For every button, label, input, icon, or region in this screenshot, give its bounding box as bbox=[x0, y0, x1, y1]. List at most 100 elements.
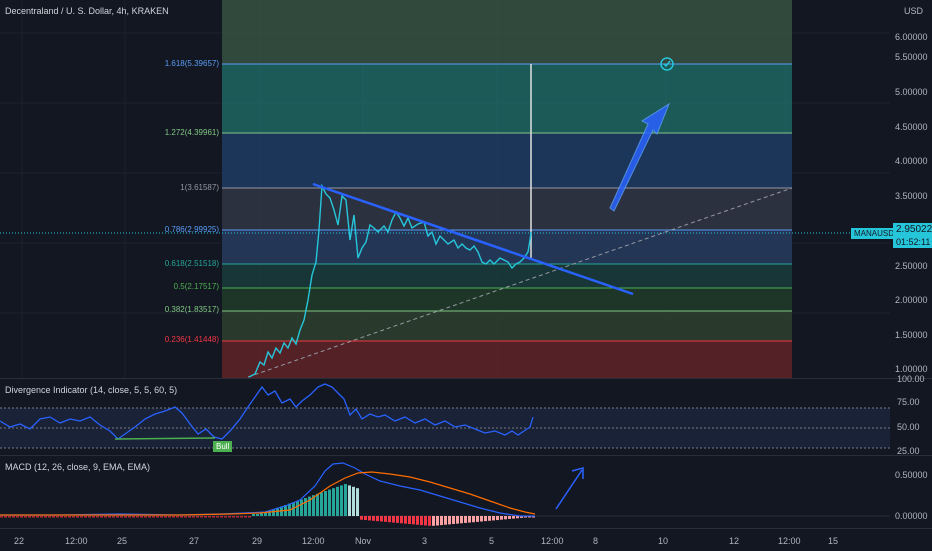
macd-histogram-bar bbox=[12, 516, 15, 518]
countdown-tag: 01:52:11 bbox=[893, 236, 932, 248]
macd-histogram-bar bbox=[496, 516, 499, 521]
macd-histogram-bar bbox=[128, 516, 131, 518]
macd-histogram bbox=[0, 484, 535, 526]
fib-level-label: 1.272(4.39961) bbox=[164, 128, 219, 137]
macd-histogram-bar bbox=[52, 516, 55, 518]
macd-histogram-bar bbox=[44, 516, 47, 518]
macd-histogram-bar bbox=[384, 516, 387, 522]
macd-histogram-bar bbox=[460, 516, 463, 524]
macd-histogram-bar bbox=[248, 516, 251, 518]
macd-histogram-bar bbox=[108, 516, 111, 518]
fib-zone-0236 bbox=[222, 341, 792, 378]
fib-zone-1 bbox=[222, 188, 792, 230]
macd-histogram-bar bbox=[72, 516, 75, 518]
macd-histogram-bar bbox=[332, 488, 335, 516]
time-axis-label: 12 bbox=[729, 536, 740, 546]
macd-histogram-bar bbox=[472, 516, 475, 523]
macd-histogram-bar bbox=[224, 516, 227, 518]
macd-histogram-bar bbox=[372, 516, 375, 521]
price-axis-label: 1.50000 bbox=[895, 330, 928, 340]
macd-histogram-bar bbox=[64, 516, 67, 518]
price-chart[interactable] bbox=[0, 0, 932, 378]
time-axis-label: 10 bbox=[658, 536, 669, 546]
macd-histogram-bar bbox=[356, 488, 359, 516]
macd-histogram-bar bbox=[80, 516, 83, 518]
macd-histogram-bar bbox=[260, 513, 263, 516]
macd-histogram-bar bbox=[244, 516, 247, 518]
macd-histogram-bar bbox=[48, 516, 51, 518]
macd-histogram-bar bbox=[368, 516, 371, 521]
price-axis-label: 2.00000 bbox=[895, 295, 928, 305]
macd-histogram-bar bbox=[140, 516, 143, 518]
macd-histogram-bar bbox=[428, 516, 431, 526]
macd-histogram-bar bbox=[160, 516, 163, 518]
macd-histogram-bar bbox=[416, 516, 419, 525]
macd-histogram-bar bbox=[188, 516, 191, 518]
divergence-axis-label: 75.00 bbox=[897, 397, 920, 407]
price-pane[interactable]: Decentraland / U. S. Dollar, 4h, KRAKEN … bbox=[0, 0, 932, 378]
time-axis-label: 8 bbox=[593, 536, 599, 546]
macd-histogram-bar bbox=[28, 516, 31, 518]
macd-pane[interactable]: MACD (12, 26, close, 9, EMA, EMA) 0.5000… bbox=[0, 456, 932, 528]
macd-histogram-bar bbox=[360, 516, 363, 520]
time-axis[interactable]: 22 12:00 25 27 29 12:00 Nov 3 5 12:00 8 10 12 12:00 15 bbox=[0, 528, 932, 551]
macd-histogram-bar bbox=[396, 516, 399, 523]
macd-histogram-bar bbox=[112, 516, 115, 518]
macd-histogram-bar bbox=[132, 516, 135, 518]
macd-histogram-bar bbox=[172, 516, 175, 518]
macd-histogram-bar bbox=[164, 516, 167, 518]
macd-histogram-bar bbox=[232, 516, 235, 518]
macd-histogram-bar bbox=[488, 516, 491, 521]
macd-histogram-bar bbox=[320, 492, 323, 516]
macd-histogram-bar bbox=[376, 516, 379, 522]
macd-histogram-bar bbox=[412, 516, 415, 525]
fib-zone-1272 bbox=[222, 133, 792, 188]
fib-level-label: 0.382(1.83517) bbox=[164, 305, 219, 314]
macd-histogram-bar bbox=[88, 516, 91, 518]
macd-histogram-bar bbox=[60, 516, 63, 518]
macd-histogram-bar bbox=[300, 499, 303, 516]
macd-histogram-bar bbox=[392, 516, 395, 523]
macd-histogram-bar bbox=[468, 516, 471, 523]
macd-histogram-bar bbox=[340, 485, 343, 516]
macd-histogram-bar bbox=[504, 516, 507, 520]
macd-histogram-bar bbox=[192, 516, 195, 518]
time-axis-label: 29 bbox=[252, 536, 263, 546]
macd-histogram-bar bbox=[304, 498, 307, 516]
symbol-title[interactable]: Decentraland / U. S. Dollar, 4h, KRAKEN bbox=[5, 6, 169, 16]
macd-title[interactable]: MACD (12, 26, close, 9, EMA, EMA) bbox=[5, 462, 150, 472]
fib-zone-1618 bbox=[222, 64, 792, 133]
time-axis-label: 12:00 bbox=[778, 536, 801, 546]
time-axis-label: 15 bbox=[828, 536, 839, 546]
divergence-title[interactable]: Divergence Indicator (14, close, 5, 5, 6… bbox=[5, 385, 177, 395]
macd-histogram-bar bbox=[0, 516, 3, 518]
macd-histogram-bar bbox=[220, 516, 223, 518]
time-axis-label: 25 bbox=[117, 536, 128, 546]
price-axis-label: 1.00000 bbox=[895, 364, 928, 374]
macd-axis-label: 0.00000 bbox=[895, 511, 928, 521]
macd-axis-label: 0.50000 bbox=[895, 470, 928, 480]
macd-histogram-bar bbox=[228, 516, 231, 518]
fib-zone-0382 bbox=[222, 311, 792, 341]
macd-histogram-bar bbox=[148, 516, 151, 518]
divergence-pane[interactable]: Divergence Indicator (14, close, 5, 5, 6… bbox=[0, 374, 932, 456]
divergence-axis-label: 50.00 bbox=[897, 422, 920, 432]
macd-histogram-bar bbox=[316, 493, 319, 516]
time-axis-label: Nov bbox=[355, 536, 372, 546]
macd-histogram-bar bbox=[200, 516, 203, 518]
macd-histogram-bar bbox=[24, 516, 27, 518]
macd-histogram-bar bbox=[184, 516, 187, 518]
macd-histogram-bar bbox=[364, 516, 367, 521]
macd-histogram-bar bbox=[68, 516, 71, 518]
macd-histogram-bar bbox=[8, 516, 11, 518]
macd-histogram-bar bbox=[204, 516, 207, 518]
macd-histogram-bar bbox=[508, 516, 511, 519]
macd-histogram-bar bbox=[388, 516, 391, 523]
macd-histogram-bar bbox=[352, 486, 355, 516]
fib-level-label: 1.618(5.39657) bbox=[164, 59, 219, 68]
macd-histogram-bar bbox=[324, 491, 327, 516]
macd-histogram-bar bbox=[240, 516, 243, 518]
macd-histogram-bar bbox=[104, 516, 107, 518]
macd-histogram-bar bbox=[500, 516, 503, 520]
macd-histogram-bar bbox=[136, 516, 139, 518]
